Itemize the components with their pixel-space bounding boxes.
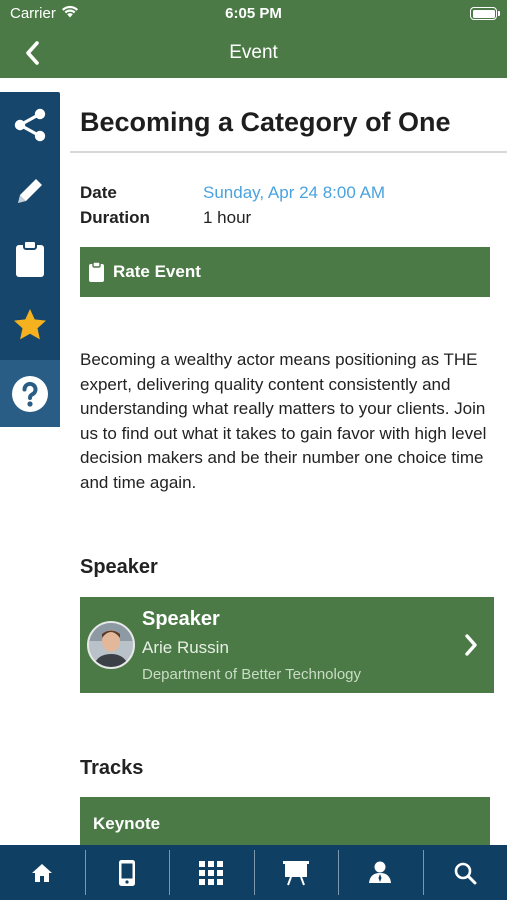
share-icon [14,108,46,142]
home-icon [32,863,53,882]
tab-speaker[interactable] [338,845,423,900]
track-label: Keynote [93,814,161,833]
tab-search[interactable] [422,845,507,900]
help-button[interactable] [0,360,60,427]
rate-event-label: Rate Event [113,262,201,281]
presentation-icon [282,860,309,885]
tab-mobile[interactable] [84,845,170,900]
speaker-section-heading: Speaker [80,556,158,578]
date-label: Date [80,183,117,202]
question-icon [12,375,48,412]
pencil-icon [18,179,42,203]
mobile-icon [118,859,135,886]
share-button[interactable] [0,92,60,158]
duration-value: 1 hour [203,208,252,227]
duration-label: Duration [80,208,150,227]
side-action-rail [0,92,60,427]
avatar [87,621,135,669]
nav-bar: Event [0,28,507,78]
status-bar: Carrier 6:05 PM [0,0,507,28]
status-time: 6:05 PM [225,5,282,22]
battery-icon [470,7,500,20]
favorite-button[interactable] [0,292,60,358]
title-divider [70,151,507,153]
rate-event-button[interactable]: Rate Event [80,247,490,297]
tracks-section-heading: Tracks [80,757,144,779]
speaker-card-heading: Speaker [142,608,220,630]
speaker-department: Department of Better Technology [142,666,362,683]
search-icon [454,862,477,884]
event-description: Becoming a wealthy actor means positioni… [80,350,487,492]
tab-presentation[interactable] [253,845,339,900]
speaker-name: Arie Russin [142,638,229,657]
nav-title: Event [229,42,278,63]
star-icon [14,309,46,340]
speaker-card[interactable]: Speaker Arie Russin Department of Better… [80,597,494,693]
date-value[interactable]: Sunday, Apr 24 8:00 AM [203,183,385,203]
note-button[interactable] [0,158,60,224]
tab-grid[interactable] [169,845,254,900]
person-icon [369,861,392,883]
tab-home[interactable] [0,845,85,900]
chevron-right-icon [465,634,477,656]
survey-button[interactable] [0,226,60,292]
event-title: Becoming a Category of One [80,107,451,137]
clipboard-icon [89,261,104,282]
tab-bar [0,845,507,900]
clipboard-icon [16,240,44,277]
grid-icon [199,860,224,885]
